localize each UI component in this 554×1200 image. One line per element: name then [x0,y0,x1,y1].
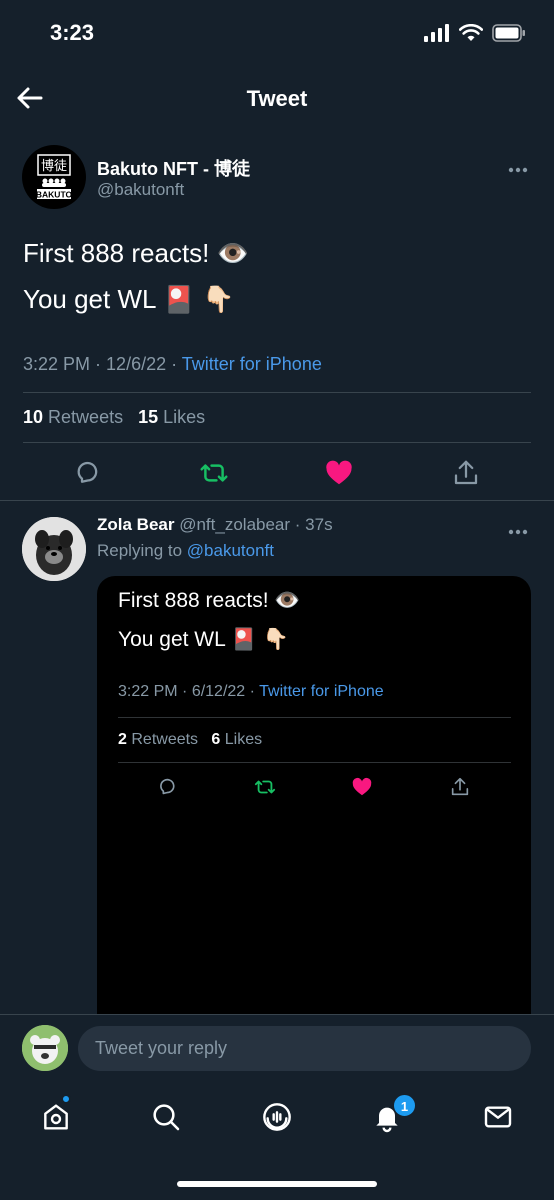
embed-divider [118,717,511,718]
spaces-icon [263,1103,291,1131]
reply-button[interactable] [72,458,102,493]
tab-spaces[interactable] [257,1097,297,1137]
embed-share-icon [449,776,471,803]
avatar-kanji: 博徒 [41,159,67,174]
share-button[interactable] [451,458,481,493]
divider [23,392,531,393]
cellular-signal-icon [424,24,449,42]
retweet-icon [200,464,228,482]
retweet-button[interactable] [198,458,230,493]
embed-retweets-label: Retweets [131,731,199,748]
likes-label: Likes [163,407,206,427]
home-icon [44,1104,68,1130]
tab-home[interactable] [36,1097,76,1137]
reply-age: 37s [305,515,333,534]
tweet-date: 12/6/22 [106,354,167,374]
tweet-text-line-2: You get WL 🎴 👇🏻 [23,284,235,314]
replying-handle-link[interactable]: @bakutonft [187,541,274,560]
retweets-label: Retweets [48,407,124,427]
tweet-source-link[interactable]: Twitter for iPhone [182,354,322,374]
status-time: 3:23 [50,20,95,45]
page-title: Tweet [246,86,308,111]
embed-time: 3:22 PM [118,683,178,700]
home-indicator [177,1181,377,1187]
reply-more-options-button[interactable] [508,522,528,540]
embed-text-line-1: First 888 reacts! 👁️ [118,589,301,612]
embed-reply-icon [156,776,178,803]
replying-prefix: Replying to [97,541,183,560]
more-options-button[interactable] [508,160,528,178]
reply-author-handle: @nft_zolabear [179,515,291,534]
embed-likes-label: Likes [224,731,263,748]
bakuto-logo: 博徒 BAKUTO [36,154,73,200]
embed-divider [118,762,511,763]
embed-likes-count: 6 [211,731,221,748]
retweets-count: 10 [23,407,44,427]
more-dots-icon [508,167,528,173]
like-button[interactable] [324,458,354,493]
search-icon [153,1104,180,1131]
tweet-stats: 10 Retweets 15 Likes [23,407,205,428]
embed-retweet-icon [253,776,277,803]
reply-input[interactable] [78,1026,531,1071]
more-dots-icon [508,529,528,535]
tweet-text-line-1: First 888 reacts! 👁️ [23,238,249,268]
wifi-icon [459,24,483,41]
divider [0,500,554,501]
reply-icon [77,461,98,483]
current-user-avatar[interactable] [22,1025,68,1071]
embed-stats: 2 Retweets 6 Likes [118,731,262,749]
tab-messages[interactable] [478,1097,518,1137]
battery-icon [492,24,525,42]
messages-icon [484,1106,512,1128]
notifications-badge: 1 [393,1094,416,1117]
tweet-time: 3:22 PM [23,354,91,374]
reply-author-avatar[interactable] [22,517,86,581]
divider [23,442,531,443]
embed-date: 6/12/22 [191,683,246,700]
reply-author-name: Zola Bear [97,515,175,534]
dog-photo [22,517,86,581]
share-icon [454,460,478,485]
likes-count: 15 [138,407,159,427]
replying-to: Replying to @bakutonft [97,541,274,561]
author-handle[interactable]: @bakutonft [97,180,184,200]
home-new-indicator [61,1094,71,1104]
retweets-stat[interactable]: 10 Retweets [23,407,123,427]
embed-text-line-2: You get WL 🎴 👇🏻 [118,628,289,651]
avatar-text: BAKUTO [36,190,73,200]
embed-source: Twitter for iPhone [259,683,384,700]
tab-search[interactable] [146,1097,186,1137]
bear-avatar [22,1025,68,1071]
reply-separator: · [290,515,306,534]
embed-retweets-count: 2 [118,731,127,748]
reply-author[interactable]: Zola Bear @nft_zolabear · 37s [97,515,333,535]
author-name[interactable]: Bakuto NFT - 博徒 [97,155,250,181]
heart-filled-icon [326,460,352,485]
author-avatar[interactable]: 博徒 BAKUTO [22,145,86,209]
tweet-meta: 3:22 PM · 12/6/22 · Twitter for iPhone [23,354,322,374]
status-icons [424,24,526,42]
embed-heart-icon [351,776,373,803]
embed-meta: 3:22 PM · 6/12/22 · Twitter for iPhone [118,683,384,700]
likes-stat[interactable]: 15 Likes [138,407,205,427]
